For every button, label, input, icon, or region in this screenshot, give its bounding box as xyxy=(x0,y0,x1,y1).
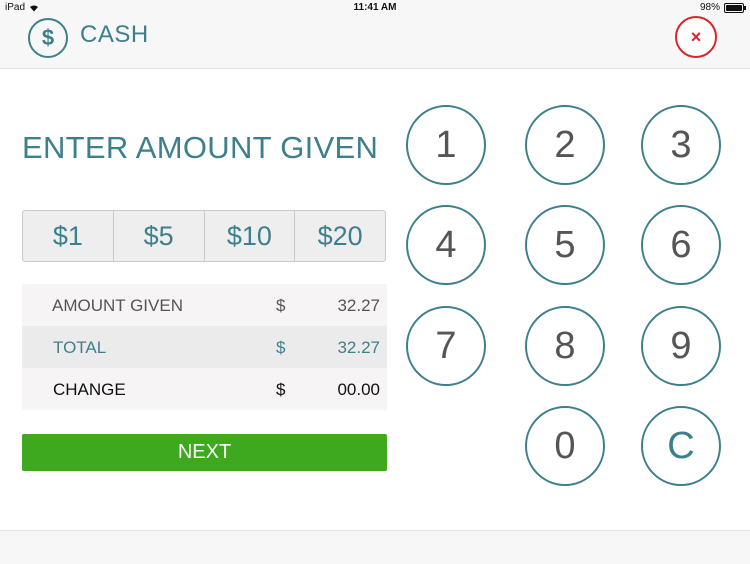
quick-amount-group: $1 $5 $10 $20 xyxy=(22,210,386,262)
total-currency: $ xyxy=(276,338,286,357)
change-currency: $ xyxy=(276,380,286,399)
change-row: CHANGE $ 00.00 xyxy=(22,368,387,410)
keypad-0-button[interactable]: 0 xyxy=(525,406,605,486)
page-title: CASH xyxy=(80,21,149,48)
change-value: 00.00 xyxy=(337,380,380,399)
battery-icon xyxy=(724,2,746,13)
next-button[interactable]: NEXT xyxy=(22,434,387,471)
keypad-3-button[interactable]: 3 xyxy=(641,105,721,185)
keypad-2-button[interactable]: 2 xyxy=(525,105,605,185)
battery-percent: 98% xyxy=(699,2,720,13)
dollar-circle-icon: $ xyxy=(28,18,68,58)
status-bar: iPad 11:41 AM 98% xyxy=(0,0,750,16)
keypad-clear-button[interactable]: C xyxy=(641,406,721,486)
enter-amount-heading: ENTER AMOUNT GIVEN xyxy=(22,130,379,165)
quick-amount-10-button[interactable]: $10 xyxy=(205,211,296,261)
footer-bar xyxy=(0,530,750,564)
battery-fill xyxy=(726,4,742,11)
total-value: 32.27 xyxy=(337,338,380,357)
amount-given-row: AMOUNT GIVEN $ 32.27 xyxy=(22,284,387,326)
change-label: CHANGE xyxy=(53,380,126,399)
keypad-5-button[interactable]: 5 xyxy=(525,205,605,285)
close-button[interactable]: × xyxy=(675,16,717,58)
keypad-1-button[interactable]: 1 xyxy=(406,105,486,185)
total-row: TOTAL $ 32.27 xyxy=(22,326,387,368)
keypad-6-button[interactable]: 6 xyxy=(641,205,721,285)
amount-given-value: 32.27 xyxy=(337,296,380,315)
quick-amount-5-button[interactable]: $5 xyxy=(114,211,205,261)
total-label: TOTAL xyxy=(53,338,107,357)
keypad-9-button[interactable]: 9 xyxy=(641,306,721,386)
keypad-7-button[interactable]: 7 xyxy=(406,306,486,386)
keypad-8-button[interactable]: 8 xyxy=(525,306,605,386)
quick-amount-1-button[interactable]: $1 xyxy=(23,211,114,261)
payment-summary: AMOUNT GIVEN $ 32.27 TOTAL $ 32.27 CHANG… xyxy=(22,284,387,410)
amount-given-currency: $ xyxy=(276,296,286,315)
header-bar: $ CASH × xyxy=(0,16,750,69)
amount-given-label: AMOUNT GIVEN xyxy=(52,296,183,315)
keypad-4-button[interactable]: 4 xyxy=(406,205,486,285)
quick-amount-20-button[interactable]: $20 xyxy=(295,211,385,261)
status-right: 98% xyxy=(699,2,746,13)
status-time: 11:41 AM xyxy=(353,2,397,13)
